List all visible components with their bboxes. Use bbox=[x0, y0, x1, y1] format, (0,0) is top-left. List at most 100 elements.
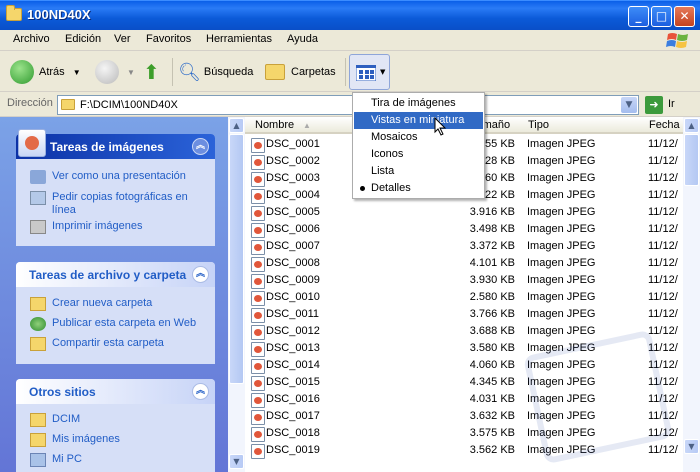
order-prints-link[interactable]: Pedir copias fotográficas en línea bbox=[30, 191, 208, 217]
table-row[interactable]: DSC_0007 3.372 KB Imagen JPEG 11/12/ bbox=[245, 238, 683, 255]
close-button[interactable]: ✕ bbox=[674, 6, 695, 27]
task-pane: Tareas de imágenes ︽ Ver como una presen… bbox=[0, 117, 228, 472]
slideshow-link[interactable]: Ver como una presentación bbox=[30, 170, 186, 184]
menu-herramientas[interactable]: Herramientas bbox=[206, 33, 272, 45]
scroll-thumb[interactable] bbox=[684, 134, 699, 186]
table-row[interactable]: DSC_0011 3.766 KB Imagen JPEG 11/12/ bbox=[245, 306, 683, 323]
jpeg-file-icon bbox=[251, 359, 265, 374]
search-button[interactable]: 🔍︎ Búsqueda bbox=[178, 57, 253, 87]
jpeg-file-icon bbox=[251, 155, 265, 170]
mouse-cursor-icon bbox=[434, 117, 447, 136]
image-tasks-panel: Tareas de imágenes ︽ Ver como una presen… bbox=[16, 129, 215, 246]
go-arrow-icon[interactable]: ➜ bbox=[645, 96, 663, 114]
other-places-header[interactable]: Otros sitios ︽ bbox=[16, 379, 215, 404]
jpeg-file-icon bbox=[251, 172, 265, 187]
column-date[interactable]: Fecha bbox=[643, 117, 683, 134]
go-button[interactable]: Ir bbox=[668, 98, 675, 110]
table-row[interactable]: DSC_0006 3.498 KB Imagen JPEG 11/12/ bbox=[245, 221, 683, 238]
file-name: DSC_0010 bbox=[266, 291, 320, 303]
file-name: DSC_0004 bbox=[266, 189, 320, 201]
up-button[interactable]: ⬆ bbox=[143, 57, 160, 87]
collapse-chevron-icon[interactable]: ︽ bbox=[192, 138, 209, 155]
menu-item-list[interactable]: Lista bbox=[354, 163, 483, 180]
file-date: 11/12/ bbox=[648, 206, 678, 218]
column-type[interactable]: Tipo bbox=[522, 117, 643, 134]
menu-edicion[interactable]: Edición bbox=[65, 33, 101, 45]
search-label: Búsqueda bbox=[203, 66, 254, 78]
sort-arrow-icon: ▲ bbox=[303, 121, 311, 130]
file-name: DSC_0016 bbox=[266, 393, 320, 405]
other-places-panel: Otros sitios ︽ DCIM Mis imágenes Mi PC bbox=[16, 379, 215, 472]
back-label: Atrás bbox=[39, 66, 65, 78]
file-type: Imagen JPEG bbox=[527, 172, 596, 184]
file-size: 3.632 KB bbox=[469, 410, 515, 422]
address-label: Dirección bbox=[7, 97, 53, 109]
table-row[interactable]: DSC_0009 3.930 KB Imagen JPEG 11/12/ bbox=[245, 272, 683, 289]
file-name: DSC_0013 bbox=[266, 342, 320, 354]
minimize-button[interactable]: _ bbox=[628, 6, 649, 27]
file-size: 3.575 KB bbox=[469, 427, 515, 439]
toolbar-divider bbox=[345, 58, 346, 86]
collapse-chevron-icon[interactable]: ︽ bbox=[192, 383, 209, 400]
menu-item-thumbnails[interactable]: Vistas en miniatura bbox=[354, 112, 483, 129]
scroll-up-icon[interactable]: ▲ bbox=[229, 118, 244, 133]
menu-item-filmstrip[interactable]: Tira de imágenes bbox=[354, 95, 483, 112]
slideshow-icon bbox=[30, 170, 46, 184]
views-button[interactable]: ▼ bbox=[349, 54, 390, 90]
folder-icon bbox=[6, 5, 22, 21]
my-pictures-link[interactable]: Mis imágenes bbox=[30, 433, 120, 447]
explorer-window: 100ND40X _ □ ✕ Archivo Edición Ver Favor… bbox=[0, 0, 700, 472]
file-name: DSC_0019 bbox=[266, 444, 320, 456]
file-type: Imagen JPEG bbox=[527, 274, 596, 286]
search-icon: 🔍︎ bbox=[178, 61, 201, 82]
scroll-thumb[interactable] bbox=[229, 134, 244, 384]
menu-item-tiles[interactable]: Mosaicos bbox=[354, 129, 483, 146]
scroll-down-icon[interactable]: ▼ bbox=[229, 454, 244, 469]
jpeg-file-icon bbox=[251, 325, 265, 340]
dcim-link[interactable]: DCIM bbox=[30, 413, 80, 427]
file-list-scrollbar[interactable]: ▲ ▼ bbox=[683, 117, 700, 472]
file-tasks-header[interactable]: Tareas de archivo y carpeta ︽ bbox=[16, 262, 215, 287]
back-dropdown-icon[interactable]: ▼ bbox=[73, 68, 81, 77]
title-bar[interactable]: 100ND40X _ □ ✕ bbox=[0, 0, 700, 30]
menu-item-details[interactable]: Detalles bbox=[354, 180, 483, 197]
windows-logo-icon bbox=[666, 33, 688, 48]
printer-icon bbox=[30, 220, 46, 234]
file-name: DSC_0005 bbox=[266, 206, 320, 218]
forward-dropdown-icon[interactable]: ▼ bbox=[127, 68, 135, 77]
task-pane-scrollbar[interactable]: ▲ ▼ bbox=[228, 117, 245, 472]
table-row[interactable]: DSC_0010 2.580 KB Imagen JPEG 11/12/ bbox=[245, 289, 683, 306]
file-date: 11/12/ bbox=[648, 155, 678, 167]
file-date: 11/12/ bbox=[648, 325, 678, 337]
table-row[interactable]: DSC_0005 3.916 KB Imagen JPEG 11/12/ bbox=[245, 204, 683, 221]
toolbar-divider bbox=[172, 58, 173, 86]
maximize-button[interactable]: □ bbox=[651, 6, 672, 27]
file-tasks-panel: Tareas de archivo y carpeta ︽ Crear nuev… bbox=[16, 262, 215, 364]
my-computer-link[interactable]: Mi PC bbox=[30, 453, 82, 467]
scroll-down-icon[interactable]: ▼ bbox=[684, 439, 699, 454]
new-folder-icon bbox=[30, 297, 46, 311]
print-images-link[interactable]: Imprimir imágenes bbox=[30, 220, 142, 234]
back-button[interactable]: Atrás ▼ bbox=[10, 57, 81, 87]
new-folder-link[interactable]: Crear nueva carpeta bbox=[30, 297, 152, 311]
file-size: 3.372 KB bbox=[469, 240, 515, 252]
address-dropdown-icon[interactable]: ▼ bbox=[621, 97, 637, 113]
share-folder-link[interactable]: Compartir esta carpeta bbox=[30, 337, 164, 351]
slideshow-label: Ver como una presentación bbox=[52, 170, 186, 182]
table-row[interactable]: DSC_0008 4.101 KB Imagen JPEG 11/12/ bbox=[245, 255, 683, 272]
file-size: 4.060 KB bbox=[469, 359, 515, 371]
jpeg-file-icon bbox=[251, 427, 265, 442]
menu-favoritos[interactable]: Favoritos bbox=[146, 33, 191, 45]
folders-label: Carpetas bbox=[291, 66, 336, 78]
menu-ver[interactable]: Ver bbox=[114, 33, 131, 45]
address-field[interactable]: F:\DCIM\100ND40X ▼ bbox=[57, 95, 639, 115]
publish-web-link[interactable]: Publicar esta carpeta en Web bbox=[30, 317, 196, 331]
folders-icon bbox=[265, 64, 285, 80]
menu-item-icons[interactable]: Iconos bbox=[354, 146, 483, 163]
folders-button[interactable]: Carpetas bbox=[265, 57, 336, 87]
scroll-up-icon[interactable]: ▲ bbox=[684, 118, 699, 133]
forward-button[interactable]: ▼ bbox=[95, 57, 135, 87]
menu-archivo[interactable]: Archivo bbox=[13, 33, 50, 45]
collapse-chevron-icon[interactable]: ︽ bbox=[192, 266, 209, 283]
menu-ayuda[interactable]: Ayuda bbox=[287, 33, 318, 45]
